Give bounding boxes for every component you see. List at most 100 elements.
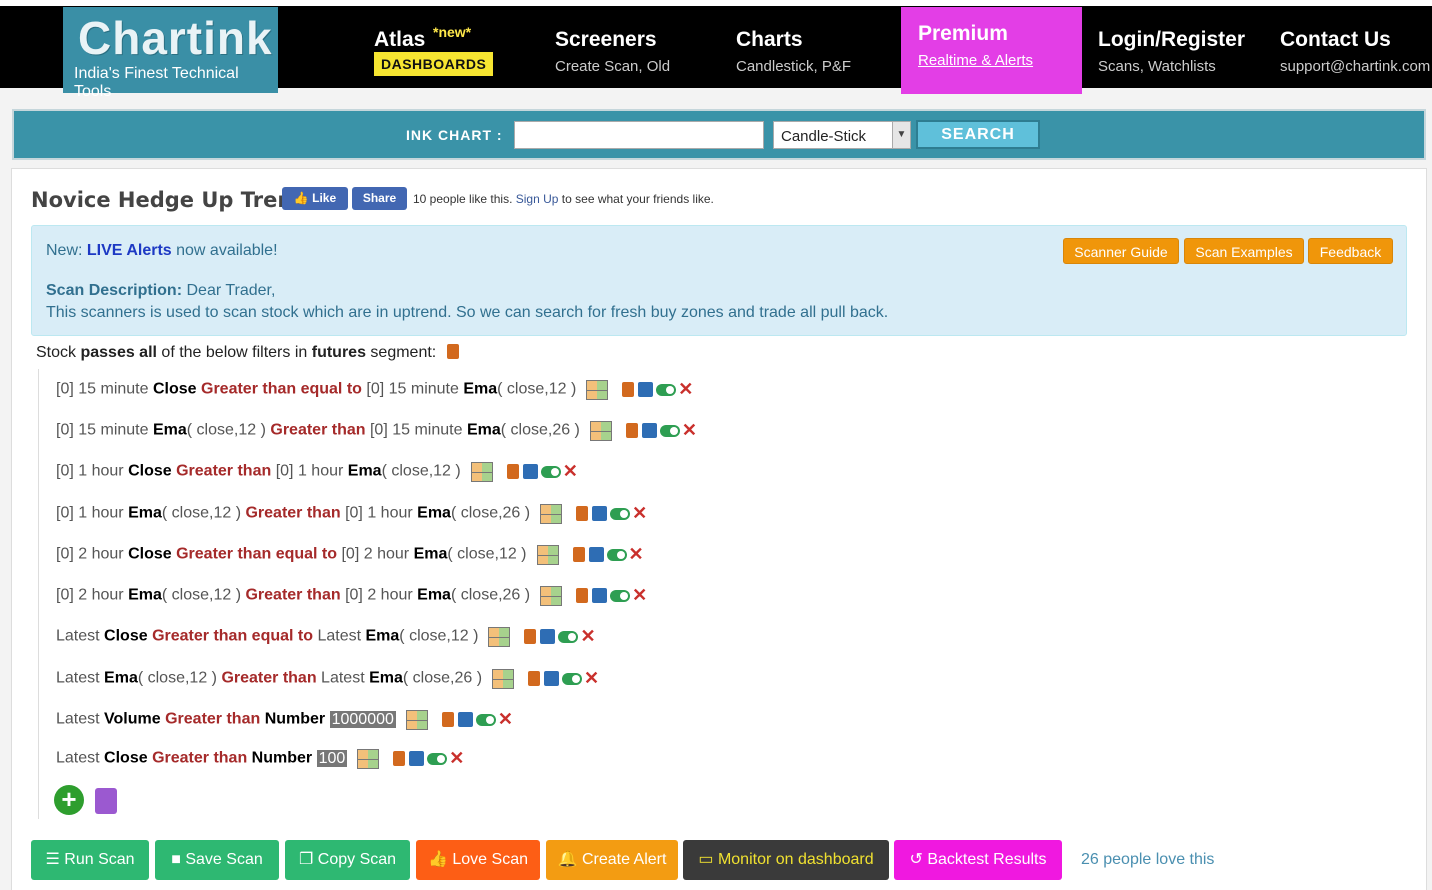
- copy-icon[interactable]: [625, 423, 638, 438]
- measure-a[interactable]: Close: [128, 463, 172, 480]
- measure-b[interactable]: Number: [252, 750, 312, 767]
- copy-icon[interactable]: [528, 671, 541, 686]
- timeframe-a[interactable]: 15 minute: [78, 422, 148, 439]
- duplicate-icon[interactable]: [592, 506, 608, 521]
- toggle-icon[interactable]: [540, 465, 561, 478]
- feedback-button[interactable]: Feedback: [1308, 238, 1393, 264]
- copy-icon[interactable]: [393, 751, 406, 766]
- copy-icon[interactable]: [572, 547, 585, 562]
- duplicate-icon[interactable]: [638, 382, 654, 397]
- nav-premium[interactable]: Premium Realtime & Alerts: [901, 7, 1082, 94]
- timeframe-a[interactable]: Latest: [56, 711, 100, 728]
- delete-icon[interactable]: ✕: [632, 503, 647, 524]
- measure-a[interactable]: Close: [128, 546, 172, 563]
- args-a[interactable]: close,12: [172, 587, 232, 604]
- duplicate-icon[interactable]: [409, 751, 425, 766]
- args-a[interactable]: close,12: [197, 422, 257, 439]
- measure-b[interactable]: Ema: [417, 505, 451, 522]
- timeframe-b[interactable]: 2 hour: [364, 546, 409, 563]
- operator[interactable]: Greater than: [176, 463, 271, 480]
- passes-mode[interactable]: passes all: [80, 344, 157, 361]
- measure-b[interactable]: Number: [265, 711, 325, 728]
- chart-type-select[interactable]: Candle-Stick ▼: [773, 121, 911, 149]
- search-button[interactable]: SEARCH: [916, 120, 1040, 149]
- add-filter-icon[interactable]: +: [54, 785, 84, 815]
- duplicate-icon[interactable]: [641, 423, 657, 438]
- duplicate-icon[interactable]: [544, 671, 560, 686]
- offset-a[interactable]: [0]: [56, 546, 74, 563]
- offset-b[interactable]: [0]: [345, 505, 363, 522]
- measure-b[interactable]: Ema: [348, 463, 382, 480]
- args-a[interactable]: close,12: [148, 670, 208, 687]
- args-b[interactable]: close,26: [511, 422, 571, 439]
- delete-icon[interactable]: ✕: [632, 585, 647, 606]
- operator[interactable]: Greater than: [270, 422, 365, 439]
- scan-examples-button[interactable]: Scan Examples: [1184, 238, 1304, 264]
- measure-a[interactable]: Close: [153, 381, 197, 398]
- number-value[interactable]: 100: [316, 749, 348, 767]
- nav-screeners[interactable]: Screeners Create Scan, Old: [555, 12, 715, 94]
- offset-b[interactable]: [0]: [366, 381, 384, 398]
- delete-icon[interactable]: ✕: [682, 420, 697, 441]
- dashboards-badge[interactable]: DASHBOARDS: [374, 52, 494, 76]
- toggle-icon[interactable]: [606, 548, 627, 561]
- toggle-icon[interactable]: [562, 672, 583, 685]
- offset-a[interactable]: [0]: [56, 505, 74, 522]
- toggle-icon[interactable]: [659, 424, 680, 437]
- duplicate-icon[interactable]: [457, 712, 473, 727]
- backtest-results-button[interactable]: ↺ Backtest Results: [894, 840, 1062, 880]
- offset-a[interactable]: [0]: [56, 463, 74, 480]
- timeframe-a[interactable]: 1 hour: [78, 463, 123, 480]
- copy-scan-button[interactable]: ❐ Copy Scan: [285, 840, 410, 880]
- number-value[interactable]: 1000000: [329, 710, 396, 728]
- delete-icon[interactable]: ✕: [629, 544, 644, 565]
- delete-icon[interactable]: ✕: [584, 668, 599, 689]
- operator[interactable]: Greater than equal to: [201, 381, 362, 398]
- live-alerts-link[interactable]: LIVE Alerts: [87, 242, 172, 259]
- calculator-icon[interactable]: [492, 668, 515, 689]
- run-scan-button[interactable]: ☰ Run Scan: [31, 840, 149, 880]
- operator[interactable]: Greater than equal to: [152, 628, 313, 645]
- measure-b[interactable]: Ema: [417, 587, 451, 604]
- offset-b[interactable]: [0]: [370, 422, 388, 439]
- args-b[interactable]: close,26: [461, 587, 521, 604]
- delete-icon[interactable]: ✕: [563, 461, 578, 482]
- offset-a[interactable]: [0]: [56, 381, 74, 398]
- measure-a[interactable]: Close: [104, 628, 148, 645]
- measure-a[interactable]: Volume: [104, 711, 161, 728]
- segment-value[interactable]: futures: [312, 344, 366, 361]
- duplicate-icon[interactable]: [522, 464, 538, 479]
- measure-a[interactable]: Ema: [128, 505, 162, 522]
- fb-signup-link[interactable]: Sign Up: [516, 192, 559, 206]
- timeframe-b[interactable]: Latest: [317, 628, 361, 645]
- duplicate-icon[interactable]: [540, 629, 556, 644]
- measure-a[interactable]: Ema: [104, 670, 138, 687]
- timeframe-a[interactable]: Latest: [56, 750, 100, 767]
- offset-b[interactable]: [0]: [276, 463, 294, 480]
- operator[interactable]: Greater than: [165, 711, 260, 728]
- calculator-icon[interactable]: [405, 709, 428, 730]
- toggle-icon[interactable]: [610, 507, 631, 520]
- operator[interactable]: Greater than: [221, 670, 316, 687]
- timeframe-b[interactable]: 2 hour: [367, 587, 412, 604]
- args-b[interactable]: close,12: [457, 546, 517, 563]
- args-b[interactable]: close,26: [413, 670, 473, 687]
- copy-icon[interactable]: [524, 629, 537, 644]
- toggle-icon[interactable]: [558, 630, 579, 643]
- save-scan-button[interactable]: ■ Save Scan: [155, 840, 279, 880]
- args-b[interactable]: close,26: [461, 505, 521, 522]
- calculator-icon[interactable]: [589, 420, 612, 441]
- offset-a[interactable]: [0]: [56, 587, 74, 604]
- calculator-icon[interactable]: [540, 503, 563, 524]
- timeframe-b[interactable]: 15 minute: [392, 422, 462, 439]
- copy-icon[interactable]: [506, 464, 519, 479]
- timeframe-b[interactable]: 1 hour: [367, 505, 412, 522]
- operator[interactable]: Greater than: [245, 587, 340, 604]
- copy-icon[interactable]: [446, 344, 459, 359]
- timeframe-b[interactable]: 15 minute: [389, 381, 459, 398]
- copy-icon[interactable]: [576, 506, 589, 521]
- delete-icon[interactable]: ✕: [498, 709, 513, 730]
- timeframe-b[interactable]: Latest: [321, 670, 365, 687]
- toggle-icon[interactable]: [427, 752, 448, 765]
- delete-icon[interactable]: ✕: [678, 379, 693, 400]
